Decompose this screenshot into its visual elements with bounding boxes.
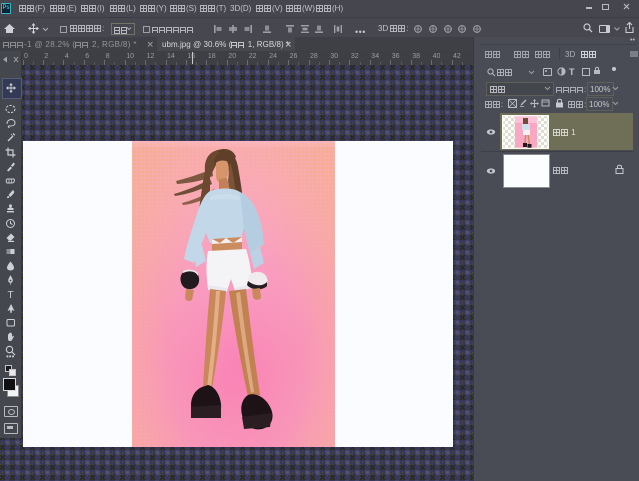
svg-text:T: T: [7, 290, 13, 300]
